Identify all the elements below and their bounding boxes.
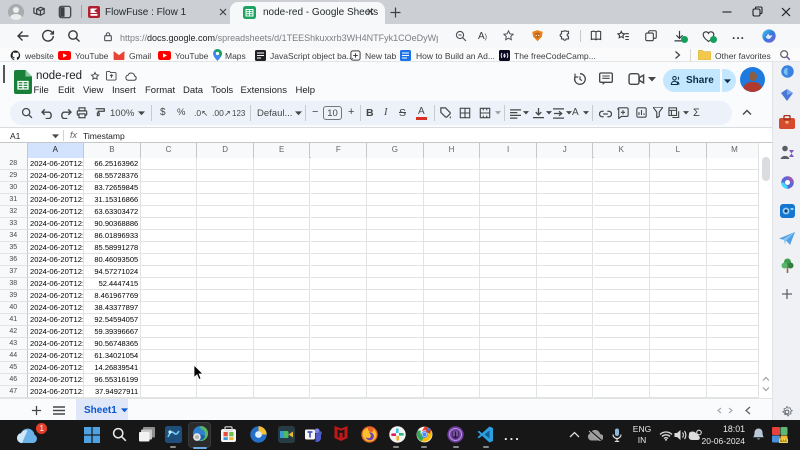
svg-text:BAS: BAS — [780, 439, 788, 443]
